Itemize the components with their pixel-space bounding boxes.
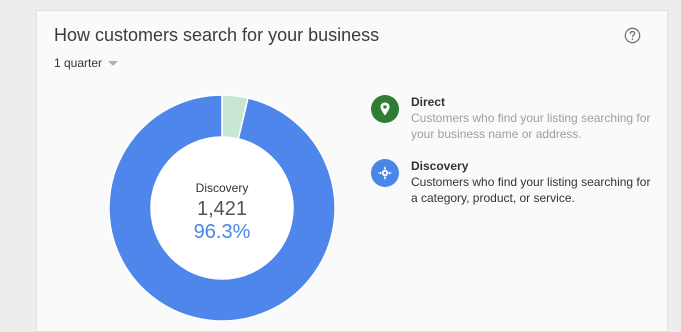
donut-center-summary: Discovery 1,421 96.3% xyxy=(147,181,297,244)
center-label: Discovery xyxy=(195,181,249,195)
caret-down-icon xyxy=(108,60,119,66)
help-circle-icon[interactable] xyxy=(624,27,641,44)
legend-desc-direct: Customers who find your listing searchin… xyxy=(411,111,651,141)
center-count: 1,421 xyxy=(196,198,248,220)
legend-dot-discovery xyxy=(371,159,399,187)
legend-name-discovery: Discovery xyxy=(411,159,469,173)
search-breakdown-card: How customers search for your business 1… xyxy=(36,10,668,332)
legend-name-direct: Direct xyxy=(411,95,446,109)
legend-item-direct[interactable]: Direct Customers who find your listing s… xyxy=(371,95,651,145)
map-pin-icon xyxy=(380,102,390,116)
period-label: 1 quarter xyxy=(54,56,103,70)
card-title: How customers search for your business xyxy=(54,25,380,45)
period-dropdown[interactable]: 1 quarter xyxy=(54,56,119,70)
compass-icon xyxy=(377,165,393,181)
legend-item-discovery[interactable]: Discovery Customers who find your listin… xyxy=(371,159,651,209)
legend-dot-direct xyxy=(371,95,399,123)
legend-desc-discovery: Customers who find your listing searchin… xyxy=(411,175,651,205)
center-percent: 96.3% xyxy=(193,221,251,243)
